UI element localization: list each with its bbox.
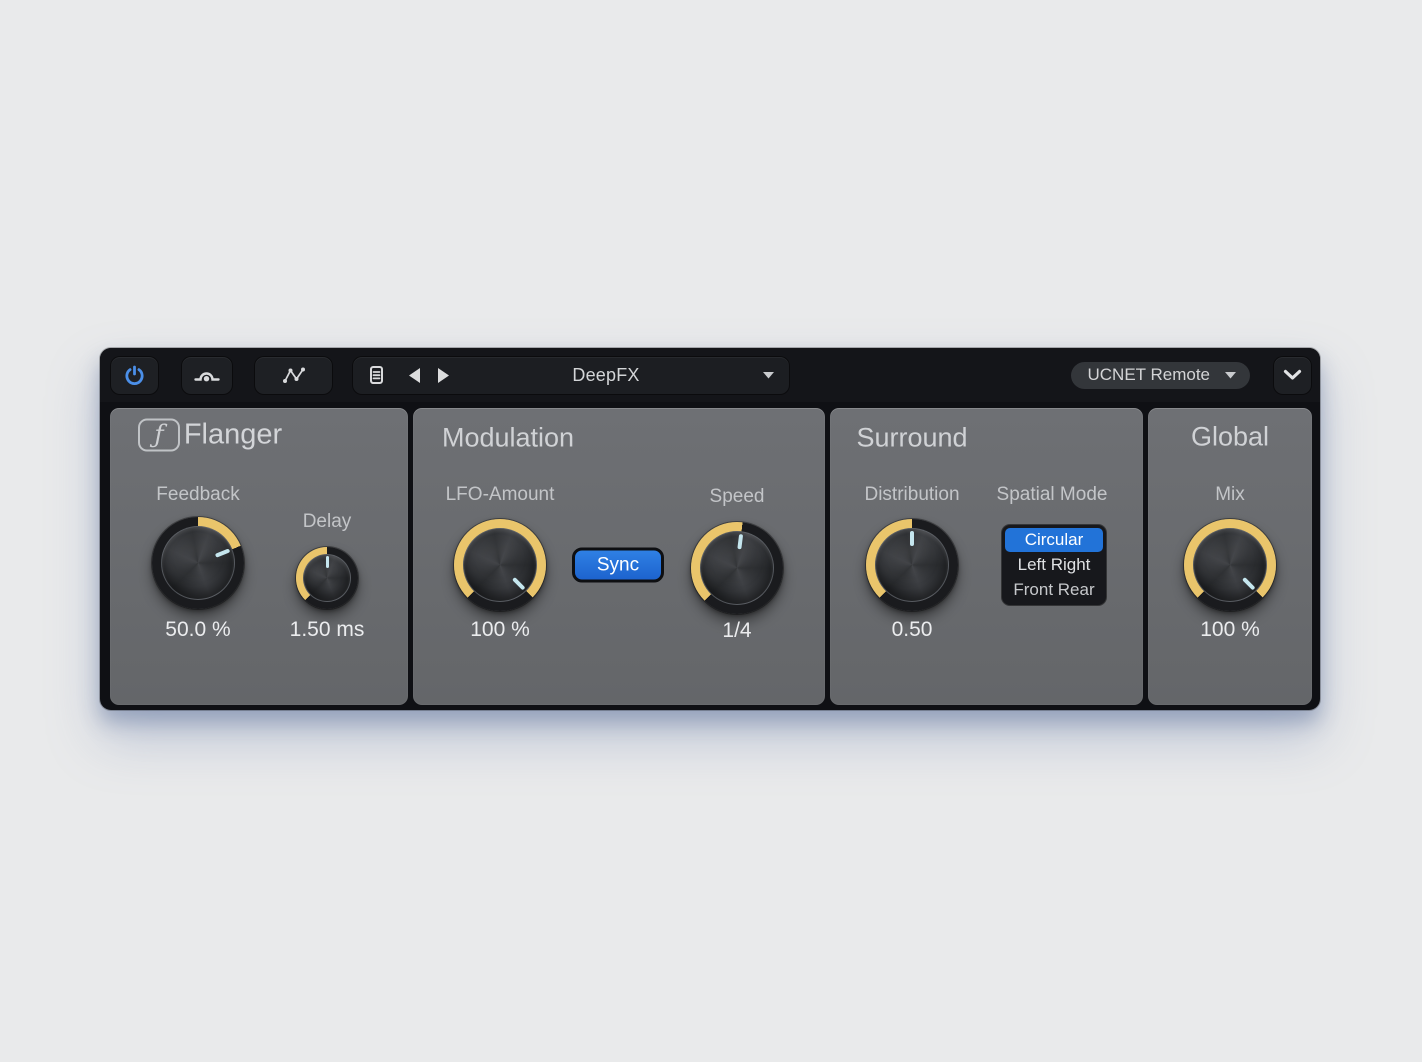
preset-name[interactable]: DeepFX — [450, 365, 762, 386]
section-title: Global — [1191, 422, 1269, 453]
lfo-amount-knob[interactable] — [454, 519, 546, 611]
power-button[interactable] — [111, 357, 158, 394]
speed-knob[interactable] — [691, 522, 783, 614]
spatial-option-left-right[interactable]: Left Right — [1005, 553, 1103, 577]
knob-pointer — [138, 503, 258, 623]
power-icon — [123, 364, 146, 387]
knob-pointer — [686, 517, 789, 620]
caret-down-icon[interactable] — [762, 371, 775, 379]
feedback-value[interactable]: 50.0 % — [165, 618, 230, 642]
delay-value[interactable]: 1.50 ms — [290, 618, 365, 642]
triangle-right-icon — [437, 367, 450, 384]
spatial-option-circular[interactable]: Circular — [1005, 528, 1103, 552]
spatial-option-front-rear[interactable]: Front Rear — [1005, 578, 1103, 602]
distribution-label: Distribution — [864, 484, 959, 506]
section-title: Modulation — [442, 423, 574, 454]
delay-label: Delay — [303, 511, 352, 533]
document-icon — [366, 364, 386, 386]
lfo-amount-value[interactable]: 100 % — [470, 618, 530, 642]
knob-pointer — [296, 547, 358, 609]
hump-curve-icon — [193, 366, 221, 384]
logo-glyph: ƒ — [154, 422, 163, 447]
section-global: Global Mix 100 % — [1148, 408, 1312, 705]
knob-pointer — [1165, 500, 1295, 630]
feedback-knob[interactable] — [152, 517, 244, 609]
speed-value[interactable]: 1/4 — [722, 619, 751, 643]
preset-bar: DeepFX — [353, 357, 789, 394]
section-surround: Surround Distribution 0.50 Spatial Mode … — [830, 408, 1143, 705]
section-modulation: Modulation LFO-Amount 100 % Sync Speed 1… — [413, 408, 825, 705]
remote-dropdown[interactable]: UCNET Remote — [1071, 362, 1251, 389]
remote-label: UCNET Remote — [1088, 365, 1211, 385]
desktop-background: DeepFX UCNET Remote — [0, 0, 1422, 1062]
chevron-down-icon — [1283, 369, 1302, 381]
triangle-left-icon — [408, 367, 421, 384]
section-flanger: ƒ Flanger Feedback 50.0 % Delay 1.50 ms — [110, 408, 408, 705]
brand-logo: ƒ — [138, 419, 180, 452]
knob-pointer — [435, 500, 565, 630]
preset-prev-button[interactable] — [408, 367, 421, 384]
sync-button-label: Sync — [597, 554, 639, 576]
plugin-toolbar: DeepFX UCNET Remote — [100, 348, 1320, 402]
knob-pointer — [866, 519, 958, 611]
hump-curve-button[interactable] — [182, 357, 232, 394]
preset-file-button[interactable] — [366, 364, 386, 386]
section-title: Surround — [856, 423, 967, 454]
caret-down-icon — [1224, 371, 1237, 379]
speed-label: Speed — [710, 486, 765, 508]
zigzag-curve-icon — [281, 365, 307, 385]
mix-knob[interactable] — [1184, 519, 1276, 611]
plugin-window: DeepFX UCNET Remote — [100, 348, 1320, 710]
feedback-label: Feedback — [156, 484, 239, 506]
collapse-button[interactable] — [1274, 357, 1311, 394]
plugin-title: Flanger — [184, 419, 282, 452]
distribution-knob[interactable] — [866, 519, 958, 611]
sync-button[interactable]: Sync — [572, 548, 664, 583]
automation-curve-button[interactable] — [255, 357, 332, 394]
mix-value[interactable]: 100 % — [1200, 618, 1260, 642]
spatial-mode-label: Spatial Mode — [997, 484, 1108, 506]
preset-next-button[interactable] — [437, 367, 450, 384]
delay-knob[interactable] — [296, 547, 358, 609]
distribution-value[interactable]: 0.50 — [892, 618, 933, 642]
spatial-mode-list: Circular Left Right Front Rear — [1002, 525, 1106, 605]
